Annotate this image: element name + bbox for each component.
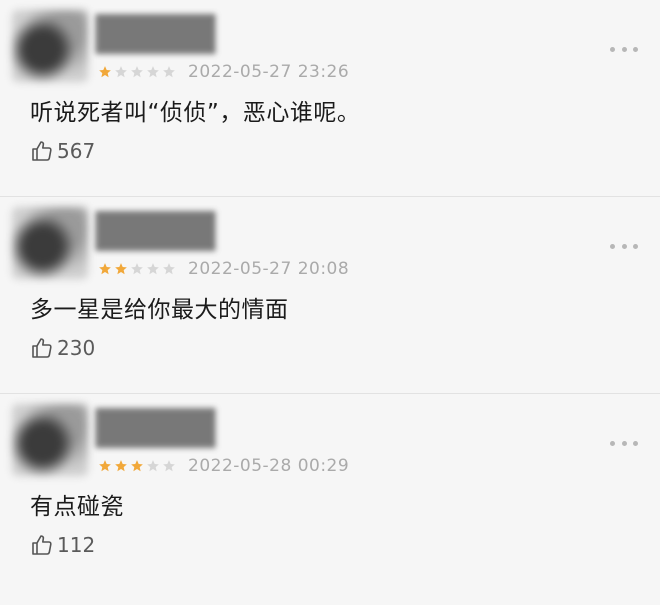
thumbs-up-icon xyxy=(30,139,54,163)
avatar[interactable] xyxy=(12,10,88,82)
like-button[interactable]: 567 xyxy=(30,139,95,163)
comment-timestamp: 2022-05-27 23:26 xyxy=(188,62,350,82)
comment-meta: 2022-05-27 20:08 xyxy=(98,257,349,281)
star-icon xyxy=(98,65,112,79)
username-redacted[interactable] xyxy=(96,408,216,448)
star-icon xyxy=(114,262,128,276)
like-button[interactable]: 230 xyxy=(30,336,95,360)
comment-item: 2022-05-27 23:26 听说死者叫“侦侦”，恶心谁呢。 567 xyxy=(0,0,660,197)
thumbs-up-icon xyxy=(30,533,54,557)
star-rating xyxy=(98,262,178,276)
star-icon xyxy=(130,65,144,79)
like-count: 230 xyxy=(57,336,96,360)
star-icon xyxy=(130,262,144,276)
star-icon xyxy=(162,65,176,79)
comment-text: 有点碰瓷 xyxy=(30,494,124,520)
more-horizontal-icon xyxy=(610,243,615,249)
avatar[interactable] xyxy=(12,207,88,279)
comment-feed: 2022-05-27 23:26 听说死者叫“侦侦”，恶心谁呢。 567 202… xyxy=(0,0,660,605)
comment-timestamp: 2022-05-28 00:29 xyxy=(188,456,350,476)
star-icon xyxy=(162,262,176,276)
star-icon xyxy=(146,262,160,276)
comment-item: 2022-05-28 00:29 有点碰瓷 112 xyxy=(0,394,660,591)
more-options-button[interactable] xyxy=(610,40,638,58)
comment-meta: 2022-05-27 23:26 xyxy=(98,60,349,84)
more-options-button[interactable] xyxy=(610,434,638,452)
star-icon xyxy=(114,65,128,79)
like-button[interactable]: 112 xyxy=(30,533,95,557)
star-icon xyxy=(98,459,112,473)
more-horizontal-icon xyxy=(610,46,615,52)
star-icon xyxy=(146,459,160,473)
comment-text: 听说死者叫“侦侦”，恶心谁呢。 xyxy=(30,100,361,126)
star-icon xyxy=(98,262,112,276)
like-count: 567 xyxy=(57,139,96,163)
username-redacted[interactable] xyxy=(96,14,216,54)
more-options-button[interactable] xyxy=(610,237,638,255)
comment-text: 多一星是给你最大的情面 xyxy=(30,297,289,323)
comment-item: 2022-05-27 20:08 多一星是给你最大的情面 230 xyxy=(0,197,660,394)
star-icon xyxy=(114,459,128,473)
star-icon xyxy=(162,459,176,473)
star-icon xyxy=(146,65,160,79)
avatar[interactable] xyxy=(12,404,88,476)
like-count: 112 xyxy=(57,533,96,557)
thumbs-up-icon xyxy=(30,336,54,360)
username-redacted[interactable] xyxy=(96,211,216,251)
star-rating xyxy=(98,65,178,79)
more-horizontal-icon xyxy=(610,440,615,446)
comment-timestamp: 2022-05-27 20:08 xyxy=(188,259,350,279)
star-rating xyxy=(98,459,178,473)
star-icon xyxy=(130,459,144,473)
comment-meta: 2022-05-28 00:29 xyxy=(98,454,349,478)
